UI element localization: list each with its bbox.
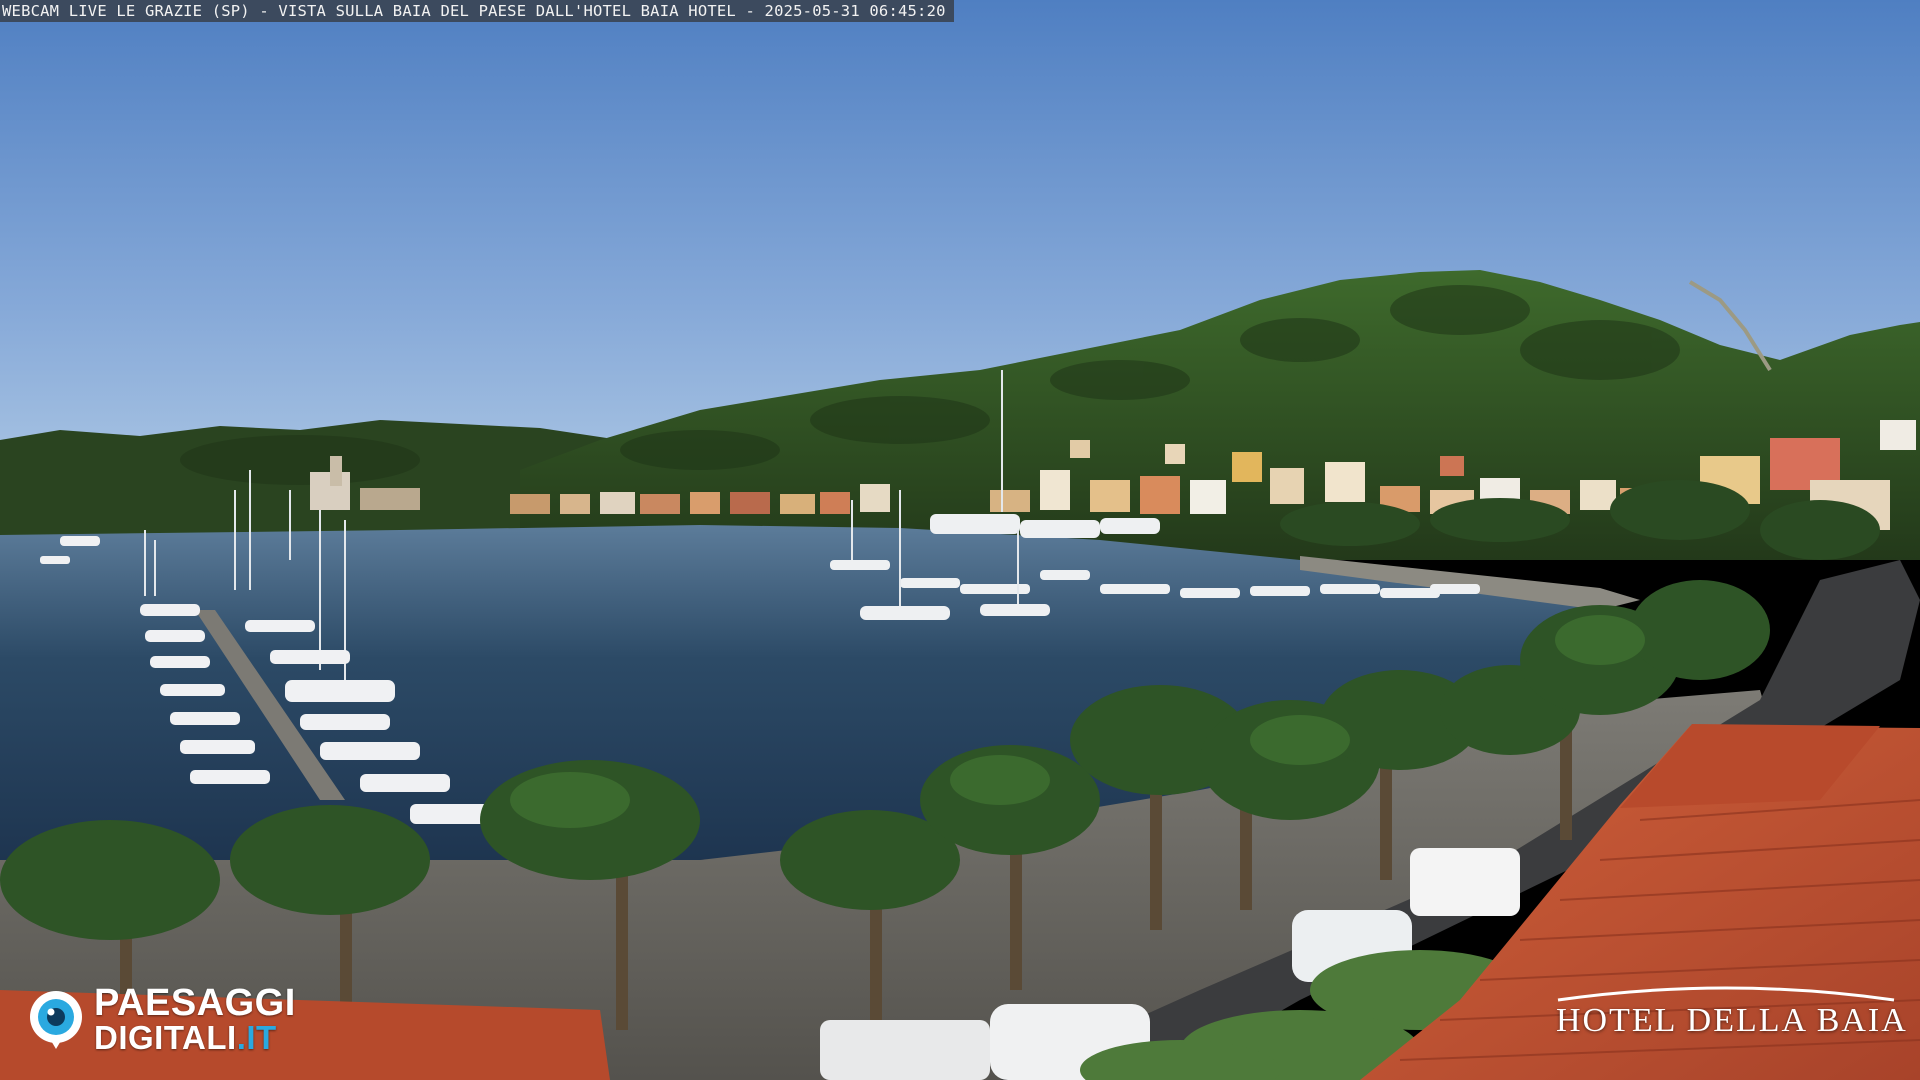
brand-tld: .IT <box>236 1019 277 1056</box>
harbor-scene <box>0 0 1920 1080</box>
eye-camera-icon <box>30 991 82 1049</box>
hotel-watermark: HOTEL DELLA BAIA <box>1548 982 1908 1052</box>
brand-line-2: DIGITALI <box>94 1019 237 1056</box>
webcam-caption: WEBCAM LIVE LE GRAZIE (SP) - VISTA SULLA… <box>0 0 954 22</box>
brand-line-1: PAESAGGI <box>94 982 296 1024</box>
hotel-name: HOTEL DELLA BAIA <box>1556 1002 1908 1039</box>
webcam-frame: WEBCAM LIVE LE GRAZIE (SP) - VISTA SULLA… <box>0 0 1920 1080</box>
paesaggi-digitali-watermark: PAESAGGI DIGITALI .IT <box>24 984 296 1054</box>
